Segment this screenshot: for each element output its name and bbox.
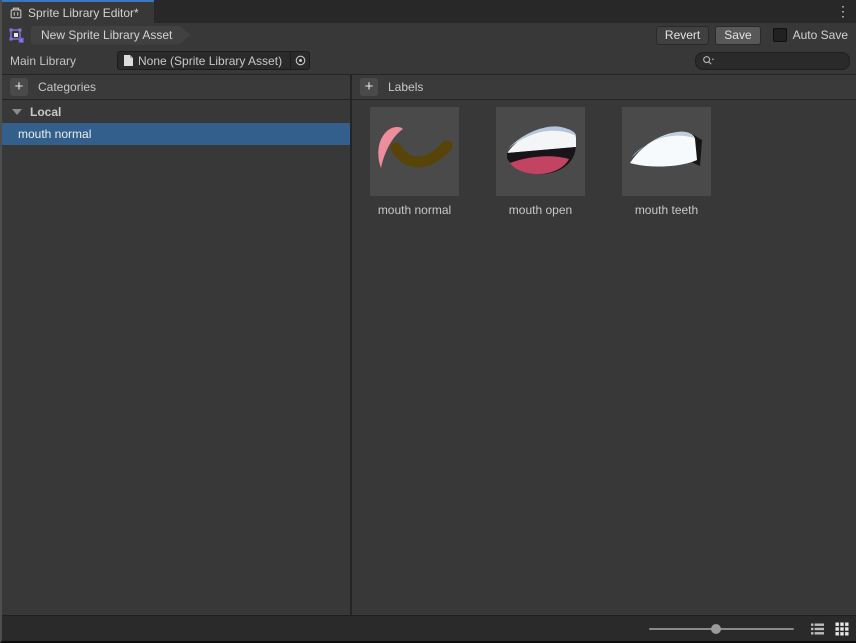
sprite-library-editor-icon — [9, 6, 23, 20]
sprite-thumbnail-mouth-open[interactable] — [496, 107, 585, 196]
toolbar: New Sprite Library Asset Revert Save Aut… — [2, 23, 856, 47]
list-view-icon[interactable] — [809, 621, 825, 637]
search-field[interactable] — [695, 51, 850, 70]
labels-header: + Labels — [352, 75, 856, 100]
label-item-mouth-open[interactable]: mouth open — [496, 107, 585, 217]
labels-grid: mouth normal mouth open mouth teeth — [352, 100, 856, 217]
breadcrumb-new-sprite-library-asset[interactable]: New Sprite Library Asset — [31, 26, 190, 45]
label-item-mouth-normal[interactable]: mouth normal — [370, 107, 459, 217]
tab-bar: Sprite Library Editor* ⋮ — [2, 0, 856, 23]
search-icon — [702, 55, 715, 67]
breadcrumb-label: New Sprite Library Asset — [41, 28, 173, 42]
revert-button[interactable]: Revert — [655, 25, 710, 45]
kebab-menu-icon[interactable]: ⋮ — [834, 0, 852, 23]
add-label-button[interactable]: + — [360, 78, 378, 96]
target-picker-icon[interactable] — [290, 52, 309, 69]
thumbnail-size-slider[interactable] — [649, 621, 794, 637]
labels-header-label: Labels — [388, 80, 424, 94]
label-item-name: mouth teeth — [634, 203, 699, 217]
labels-panel: + Labels mouth normal mouth open mouth t… — [352, 75, 856, 615]
bottom-bar — [2, 615, 856, 641]
labels-grid-body: mouth normal mouth open mouth teeth — [352, 100, 856, 615]
main-library-label: Main Library — [10, 53, 77, 68]
sprite-thumbnail-mouth-teeth[interactable] — [622, 107, 711, 196]
label-item-name: mouth normal — [377, 203, 452, 217]
content-panels: + Categories Local mouth normal + Labels — [2, 75, 856, 615]
grid-view-icon[interactable] — [834, 621, 850, 637]
slider-track[interactable] — [649, 627, 794, 630]
foldout-triangle-icon — [12, 108, 22, 115]
category-item-mouth-normal[interactable]: mouth normal — [2, 123, 350, 145]
sprite-library-editor-window: Sprite Library Editor* ⋮ New Sprite Libr… — [0, 0, 856, 643]
categories-list: Local mouth normal — [2, 100, 350, 615]
main-library-object-field[interactable]: None (Sprite Library Asset) — [117, 51, 310, 70]
asset-file-icon — [123, 54, 134, 67]
auto-save-label: Auto Save — [792, 28, 848, 42]
slider-thumb[interactable] — [711, 623, 722, 634]
label-item-name: mouth open — [508, 203, 573, 217]
categories-header-label: Categories — [38, 80, 97, 94]
sprite-thumbnail-mouth-normal[interactable] — [370, 107, 459, 196]
add-category-button[interactable]: + — [10, 78, 28, 96]
save-button[interactable]: Save — [715, 25, 761, 45]
object-field-value: None (Sprite Library Asset) — [138, 53, 283, 68]
search-input[interactable] — [718, 52, 843, 69]
tab-sprite-library-editor[interactable]: Sprite Library Editor* — [2, 0, 154, 23]
sprite-library-asset-icon — [8, 27, 25, 44]
category-group-label: Local — [30, 104, 62, 119]
categories-panel: + Categories Local mouth normal — [2, 75, 352, 615]
categories-header: + Categories — [2, 75, 350, 100]
auto-save-checkbox[interactable] — [772, 28, 787, 42]
tab-title: Sprite Library Editor* — [28, 5, 139, 20]
label-item-mouth-teeth[interactable]: mouth teeth — [622, 107, 711, 217]
category-group-local[interactable]: Local — [2, 100, 350, 123]
main-library-row: Main Library None (Sprite Library Asset) — [2, 47, 856, 75]
